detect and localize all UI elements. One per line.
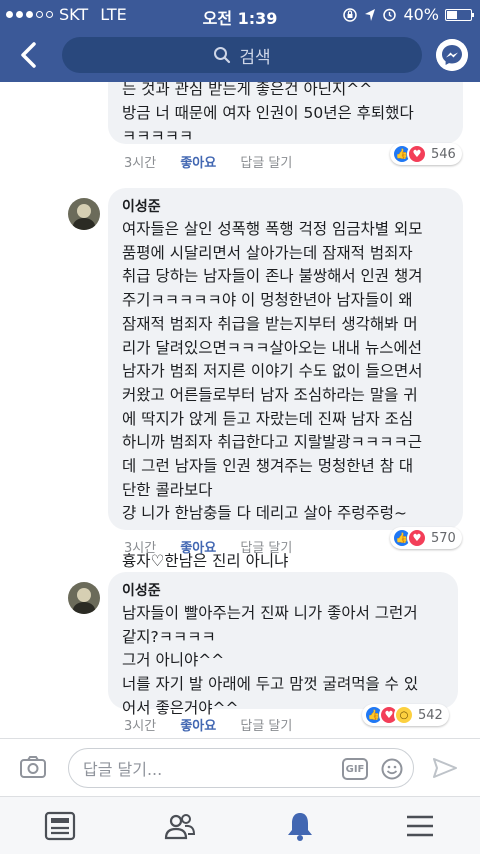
comment-author[interactable]: 이성준 bbox=[122, 196, 449, 216]
reply-button[interactable]: 답글 달기 bbox=[240, 541, 292, 556]
status-bar: SKT LTE 오전 1:39 40% bbox=[0, 0, 480, 28]
messenger-icon[interactable] bbox=[436, 39, 468, 71]
top-nav-bar: 검색 bbox=[0, 28, 480, 82]
wow-reaction-icon: ○ bbox=[394, 705, 414, 725]
avatar[interactable] bbox=[68, 198, 100, 230]
like-button[interactable]: 좋아요 bbox=[180, 156, 216, 171]
comment-author[interactable]: 이성준 bbox=[122, 580, 444, 600]
send-icon[interactable] bbox=[432, 757, 458, 779]
reaction-count: 546 bbox=[431, 146, 456, 162]
reply-composer: 답글 달기... GIF bbox=[0, 738, 480, 796]
comment-meta: 3시간 좋아요 답글 달기 bbox=[124, 715, 312, 734]
comment-meta: 3시간 좋아요 답글 달기 bbox=[124, 537, 312, 556]
comment-text: 는 것과 관심 받는게 좋은건 아닌지^^ 방금 너 때문에 여자 인권이 50… bbox=[122, 82, 414, 146]
reply-button[interactable]: 답글 달기 bbox=[240, 156, 292, 171]
bottom-tab-bar bbox=[0, 796, 480, 854]
camera-icon[interactable] bbox=[20, 756, 46, 778]
reaction-summary[interactable]: 👍 ♥ 570 bbox=[390, 527, 462, 549]
comment-text: 남자들이 빨아주는거 진짜 니가 좋아서 그런거 같지?ㅋㅋㅋㅋ 그거 아니야^… bbox=[122, 604, 419, 717]
like-button[interactable]: 좋아요 bbox=[180, 719, 216, 734]
comment-time: 3시간 bbox=[124, 719, 157, 734]
like-button[interactable]: 좋아요 bbox=[180, 541, 216, 556]
search-input[interactable]: 검색 bbox=[62, 37, 422, 73]
back-icon[interactable] bbox=[14, 38, 44, 72]
battery-icon bbox=[445, 8, 474, 21]
battery-percent: 40% bbox=[403, 5, 439, 24]
friends-icon[interactable] bbox=[164, 810, 196, 842]
search-icon bbox=[214, 47, 231, 64]
notifications-icon[interactable] bbox=[284, 810, 316, 842]
comment-time: 3시간 bbox=[124, 156, 157, 171]
comment-meta: 3시간 좋아요 답글 달기 bbox=[124, 152, 312, 171]
location-icon bbox=[365, 8, 376, 21]
sticker-icon[interactable] bbox=[381, 758, 403, 780]
alarm-icon bbox=[383, 8, 397, 22]
comments-feed: 는 것과 관심 받는게 좋은건 아닌지^^ 방금 너 때문에 여자 인권이 50… bbox=[0, 82, 480, 738]
reply-button[interactable]: 답글 달기 bbox=[240, 719, 292, 734]
comment-bubble: 는 것과 관심 받는게 좋은건 아닌지^^ 방금 너 때문에 여자 인권이 50… bbox=[108, 82, 463, 145]
comment-time: 3시간 bbox=[124, 541, 157, 556]
news-feed-icon[interactable] bbox=[44, 810, 76, 842]
status-right: 40% bbox=[342, 5, 474, 24]
gif-button[interactable]: GIF bbox=[342, 758, 368, 780]
reaction-count: 542 bbox=[418, 707, 443, 723]
reaction-summary[interactable]: 👍 ♥ 546 bbox=[390, 143, 462, 165]
reply-placeholder: 답글 달기... bbox=[83, 760, 163, 779]
reply-input[interactable]: 답글 달기... GIF bbox=[68, 748, 414, 788]
avatar[interactable] bbox=[68, 582, 100, 614]
menu-icon[interactable] bbox=[404, 810, 436, 842]
comment-text: 여자들은 살인 성폭행 폭행 걱정 임금차별 외모 품평에 시달리면서 살아가는… bbox=[122, 220, 423, 570]
comment-bubble: 이성준 남자들이 빨아주는거 진짜 니가 좋아서 그런거 같지?ㅋㅋㅋㅋ 그거 … bbox=[108, 572, 458, 717]
love-reaction-icon: ♥ bbox=[407, 144, 427, 164]
rotation-lock-icon bbox=[343, 7, 358, 22]
love-reaction-icon: ♥ bbox=[407, 528, 427, 548]
reaction-summary[interactable]: 👍 ♥ ○ 542 bbox=[362, 704, 449, 726]
reaction-count: 570 bbox=[431, 530, 456, 546]
search-placeholder: 검색 bbox=[239, 47, 271, 68]
comment-bubble: 이성준 여자들은 살인 성폭행 폭행 걱정 임금차별 외모 품평에 시달리면서 … bbox=[108, 188, 463, 570]
